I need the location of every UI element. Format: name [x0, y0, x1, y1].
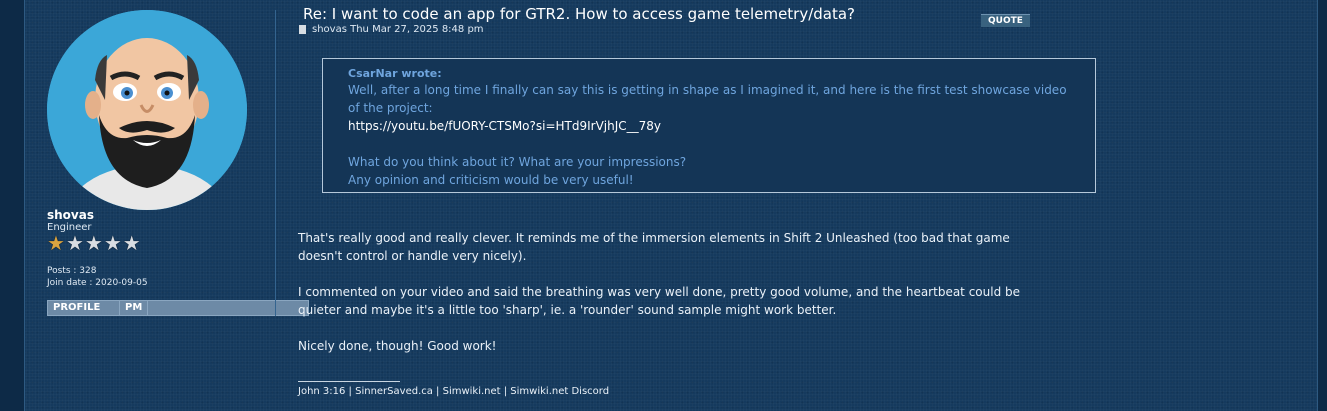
quote-block: CsarNar wrote: Well, after a long time I…	[322, 58, 1096, 193]
avatar-icon	[47, 10, 247, 210]
quote-line: Well, after a long time I finally can sa…	[348, 83, 1067, 97]
vertical-divider	[275, 10, 276, 316]
pm-button[interactable]: PM	[119, 300, 149, 316]
body-line: That's really good and really clever. It…	[298, 231, 1010, 245]
post-meta: shovas Thu Mar 27, 2025 8:48 pm	[299, 24, 484, 35]
rank-stars: ★ ★ ★ ★ ★	[47, 233, 141, 253]
body-gap	[298, 265, 1118, 283]
profile-button[interactable]: PROFILE	[47, 300, 309, 316]
author-username[interactable]: shovas	[47, 208, 94, 222]
post-title[interactable]: Re: I want to code an app for GTR2. How …	[303, 5, 855, 23]
signature[interactable]: John 3:16 | SinnerSaved.ca | Simwiki.net…	[298, 386, 609, 397]
star-icon-empty: ★	[84, 231, 103, 255]
author-profile-panel: shovas Engineer ★ ★ ★ ★ ★ Posts : 328 Jo…	[25, 0, 309, 411]
post-body: That's really good and really clever. It…	[298, 229, 1118, 355]
forum-post: shovas Engineer ★ ★ ★ ★ ★ Posts : 328 Jo…	[24, 0, 1318, 411]
quote-blank-line	[348, 135, 1087, 153]
star-icon-filled: ★	[47, 231, 65, 255]
author-join-date: Join date : 2020-09-05	[47, 278, 148, 288]
author-post-count: Posts : 328	[47, 266, 97, 276]
body-line: I commented on your video and said the b…	[298, 285, 1021, 299]
star-icon-empty: ★	[65, 231, 84, 255]
body-gap	[298, 319, 1118, 337]
star-icon-empty: ★	[122, 231, 141, 255]
body-line: Nicely done, though! Good work!	[298, 339, 497, 353]
avatar[interactable]	[47, 10, 247, 210]
post-content: Re: I want to code an app for GTR2. How …	[295, 0, 1305, 411]
body-line: doesn't control or handle very nicely).	[298, 249, 527, 263]
quote-line: What do you think about it? What are you…	[348, 155, 687, 169]
quote-link[interactable]: https://youtu.be/fUORY-CTSMo?si=HTd9IrVj…	[348, 117, 1087, 135]
body-line: quieter and maybe it's a little too 'sha…	[298, 303, 837, 317]
signature-divider	[298, 381, 400, 382]
quote-line: of the project:	[348, 101, 433, 115]
post-meta-text: shovas Thu Mar 27, 2025 8:48 pm	[312, 24, 484, 35]
quote-line: Any opinion and criticism would be very …	[348, 173, 634, 187]
post-document-icon[interactable]	[299, 25, 306, 34]
quote-author: CsarNar wrote:	[348, 67, 442, 80]
star-icon-empty: ★	[103, 231, 122, 255]
quote-button[interactable]: QUOTE	[981, 14, 1030, 27]
